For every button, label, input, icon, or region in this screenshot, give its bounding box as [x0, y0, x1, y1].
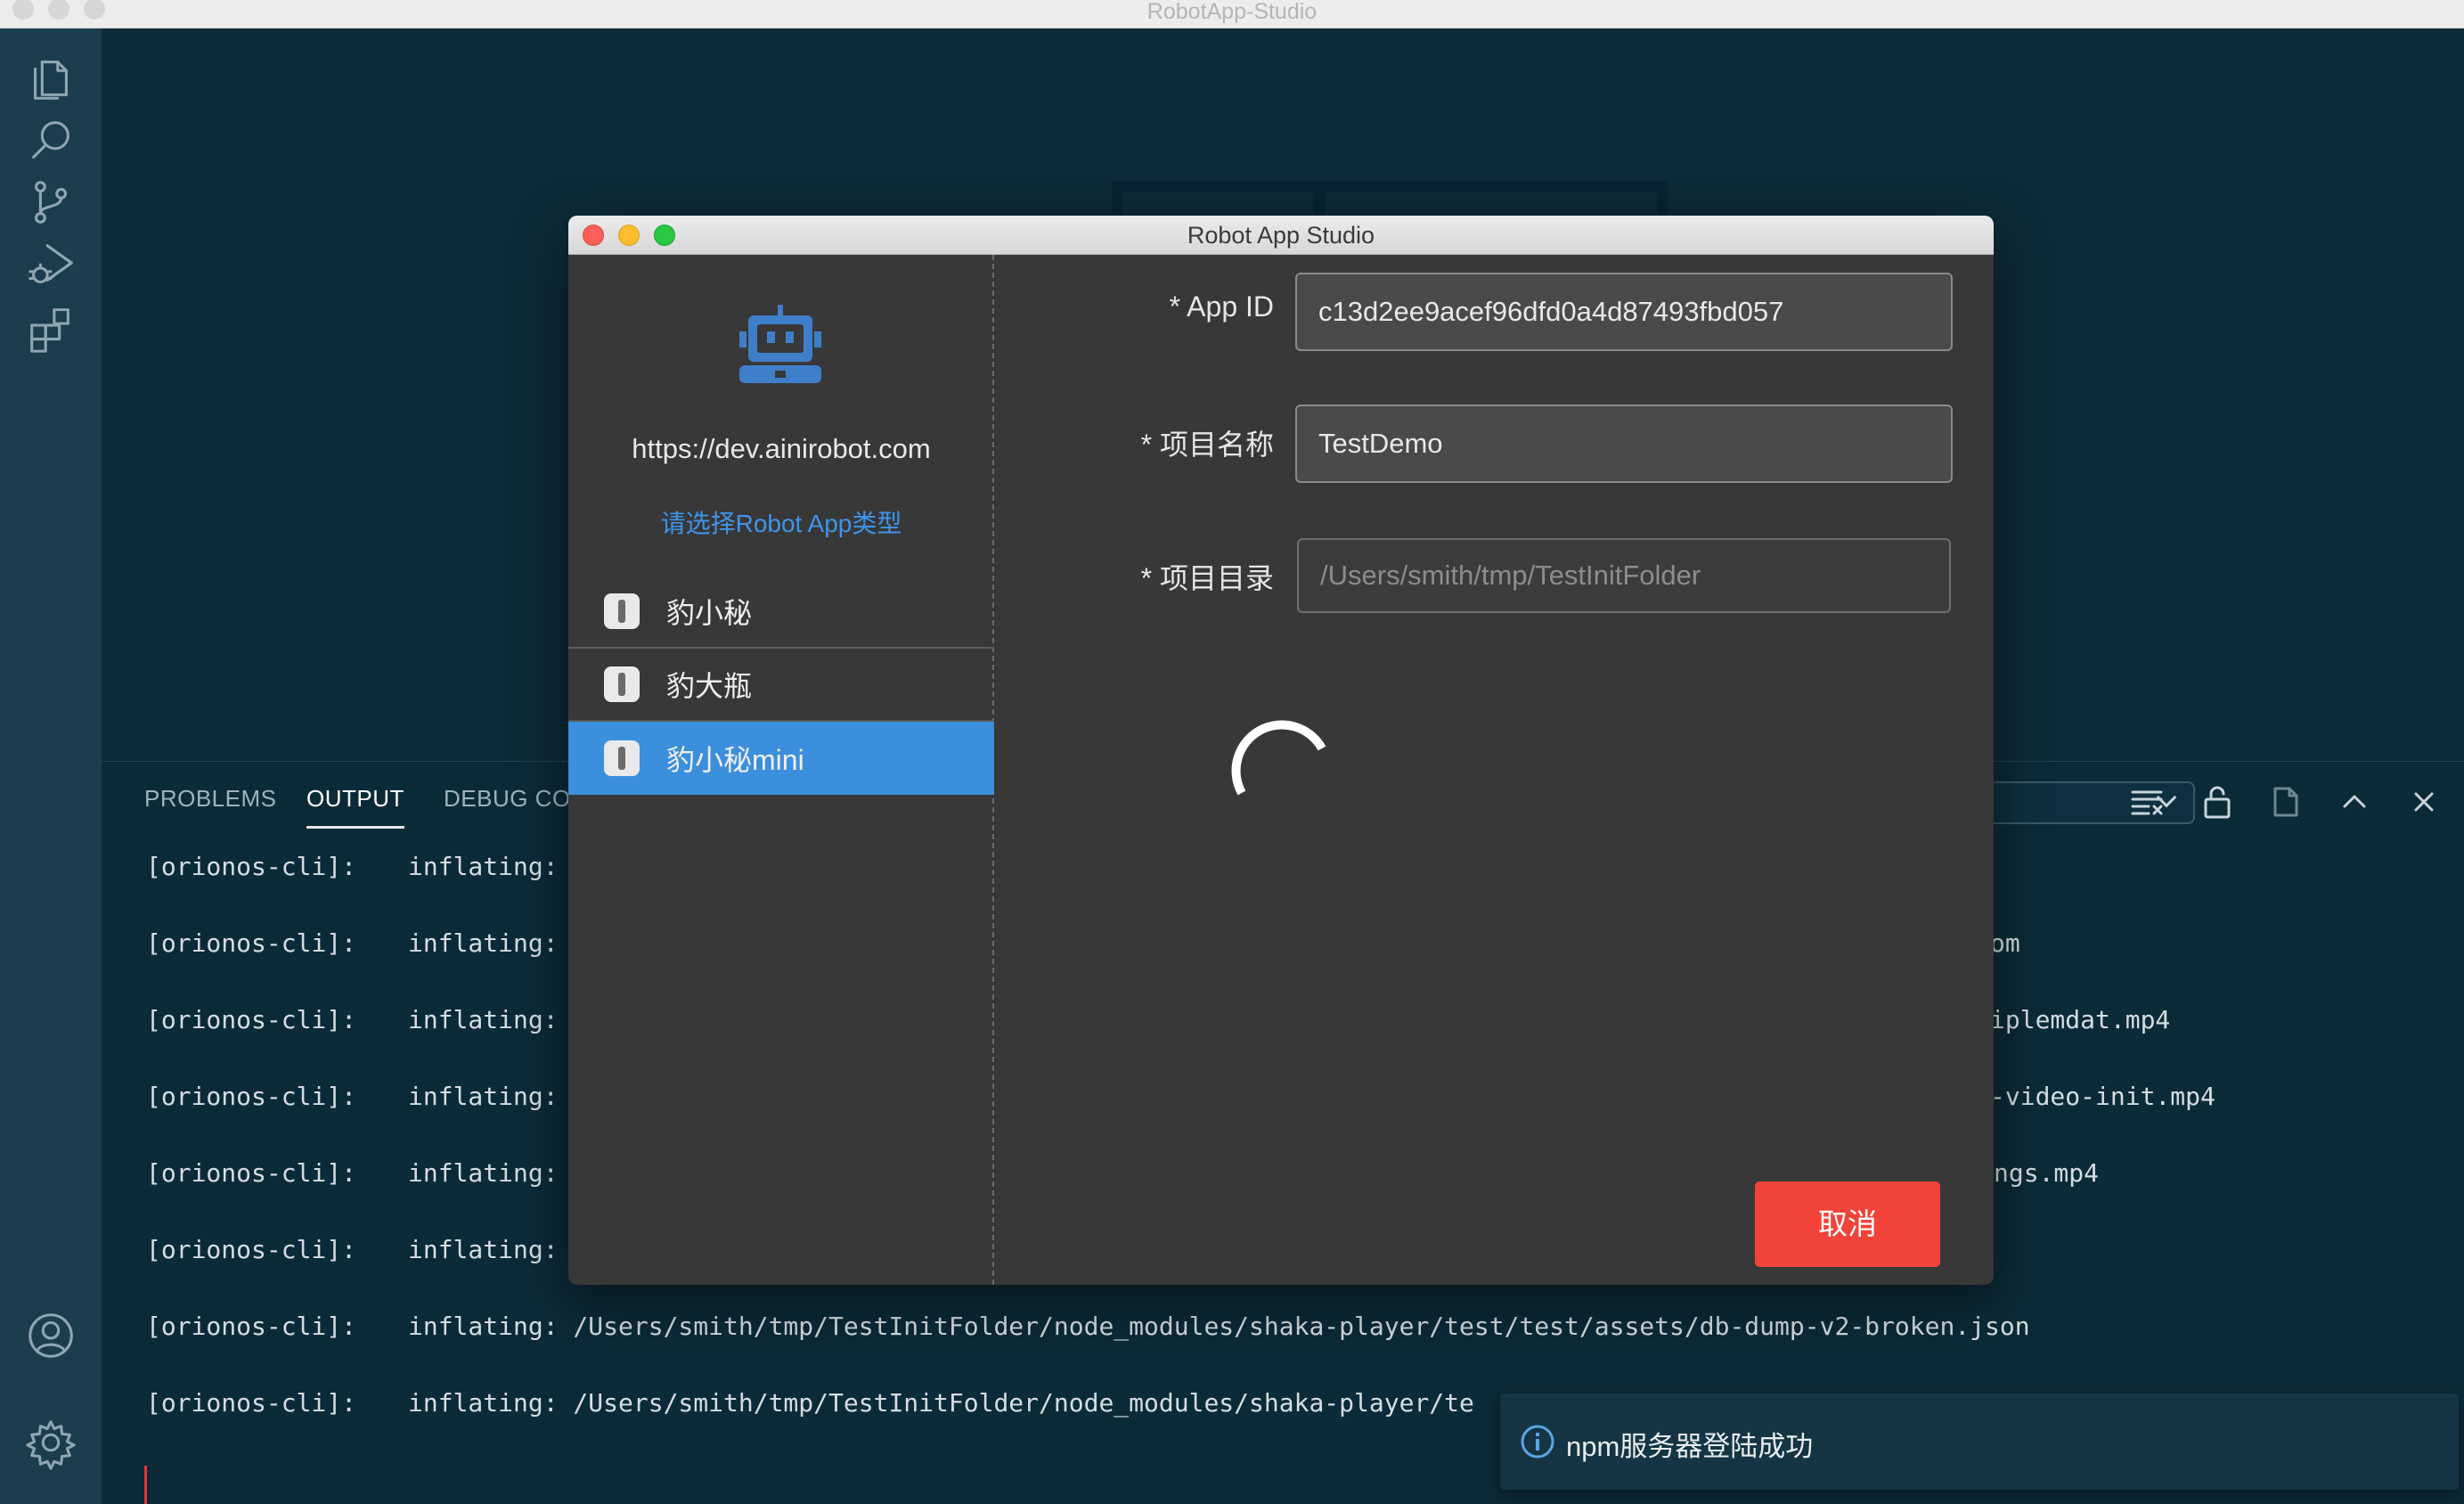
- window-titlebar: RobotApp-Studio: [0, 0, 2464, 29]
- project-name-row: * 项目名称 TestDemo: [994, 405, 1994, 485]
- app-type-list: 豹小秘 豹大瓶 豹小秘mini: [568, 576, 994, 795]
- project-name-label: * 项目名称: [1140, 429, 1274, 461]
- open-in-editor-icon[interactable]: [2266, 781, 2307, 822]
- activity-bar: [0, 29, 102, 1504]
- tab-debug-console[interactable]: DEBUG CON: [444, 785, 588, 813]
- loading-spinner-icon: [1231, 720, 1326, 796]
- extensions-icon[interactable]: [20, 296, 82, 358]
- dialog-title: Robot App Studio: [1187, 222, 1375, 249]
- maximize-panel-icon[interactable]: [2334, 781, 2375, 822]
- robot-device-icon: [604, 593, 640, 629]
- run-debug-icon[interactable]: [20, 233, 82, 296]
- lock-scroll-icon[interactable]: [2197, 781, 2238, 822]
- app-type-sidebar: https://dev.ainirobot.com 请选择Robot App类型…: [568, 255, 994, 1285]
- search-icon[interactable]: [20, 109, 82, 171]
- robot-logo-icon: [739, 305, 821, 383]
- robot-device-icon: [604, 740, 640, 776]
- tab-problems[interactable]: PROBLEMS: [144, 785, 277, 813]
- window-title: RobotApp-Studio: [1146, 0, 1318, 24]
- clear-output-icon[interactable]: [2127, 781, 2168, 822]
- robot-device-icon: [604, 666, 640, 702]
- account-icon[interactable]: [20, 1304, 82, 1367]
- close-panel-icon[interactable]: [2403, 781, 2444, 822]
- cancel-button[interactable]: 取消: [1755, 1181, 1940, 1267]
- app-id-label: * App ID: [1169, 290, 1274, 323]
- tab-output[interactable]: OUTPUT: [306, 785, 404, 829]
- notification-message: npm服务器登陆成功: [1566, 1431, 1814, 1462]
- output-line: [orionos-cli]: inflating: /Users/smith/tm…: [146, 1312, 2030, 1341]
- app-type-item-selected[interactable]: 豹小秘mini: [568, 722, 994, 795]
- info-icon: [1521, 1425, 1554, 1459]
- source-control-icon[interactable]: [20, 171, 82, 233]
- project-dir-label: * 项目目录: [1140, 562, 1274, 594]
- output-cursor: [144, 1466, 147, 1504]
- app-type-item[interactable]: 豹大瓶: [568, 649, 994, 722]
- choose-app-type-label: 请选择Robot App类型: [660, 510, 902, 537]
- settings-gear-icon[interactable]: [20, 1411, 82, 1474]
- app-type-item[interactable]: 豹小秘: [568, 576, 994, 649]
- notification-toast[interactable]: npm服务器登陆成功: [1500, 1394, 2459, 1490]
- dialog-titlebar: Robot App Studio: [568, 216, 1994, 255]
- app-id-field[interactable]: c13d2ee9acef96dfd0a4d87493fbd057: [1295, 273, 1953, 351]
- project-dir-row: * 项目目录 /Users/smith/tmp/TestInitFolder: [994, 538, 1994, 618]
- app-id-row: * App ID c13d2ee9acef96dfd0a4d87493fbd05…: [994, 273, 1994, 353]
- project-name-field[interactable]: TestDemo: [1295, 405, 1953, 483]
- project-dir-field[interactable]: /Users/smith/tmp/TestInitFolder: [1297, 538, 1951, 613]
- dev-site-url: https://dev.ainirobot.com: [632, 433, 931, 464]
- files-icon[interactable]: [20, 46, 82, 109]
